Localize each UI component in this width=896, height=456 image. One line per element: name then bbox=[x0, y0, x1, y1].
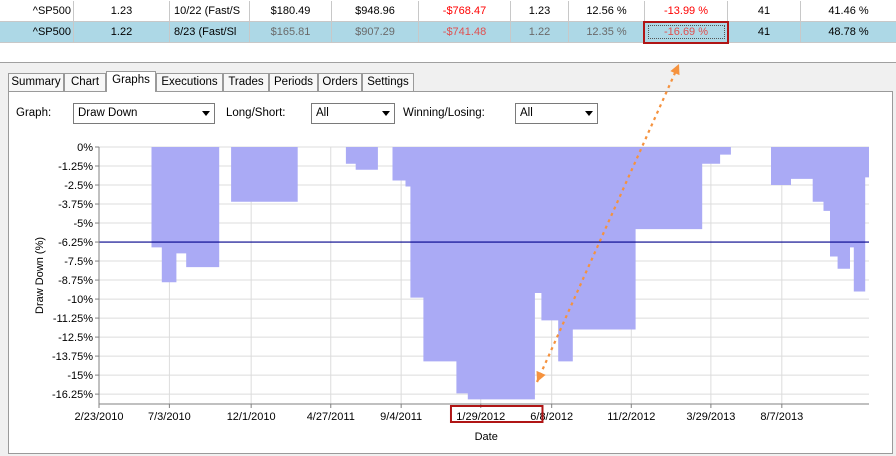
cell-value: 1.23 bbox=[511, 1, 569, 21]
cell-strategy: 10/22 (Fast/S bbox=[170, 1, 250, 21]
cell-value: $165.81 bbox=[250, 22, 332, 42]
cell-value: 41 bbox=[728, 1, 801, 21]
cell-strategy: 8/23 (Fast/Sl bbox=[170, 22, 250, 42]
tab-orders[interactable]: Orders bbox=[318, 73, 362, 91]
cell-value: 41.46 % bbox=[828, 5, 869, 17]
cell-value: 48.78 % bbox=[828, 26, 869, 38]
y-tick-label: -7.5% bbox=[64, 256, 93, 268]
y-tick-label: 0% bbox=[77, 142, 93, 154]
y-tick-label: -16.25% bbox=[52, 389, 93, 401]
cell-value: -$768.47 bbox=[419, 1, 511, 21]
y-tick-label: -10% bbox=[67, 294, 93, 306]
graph-select-value: Draw Down bbox=[78, 107, 138, 119]
x-tick-label: 4/27/2011 bbox=[307, 411, 355, 423]
y-tick-label: -11.25% bbox=[53, 313, 93, 325]
cell-value: 1.22 bbox=[511, 22, 569, 42]
tab-periods[interactable]: Periods bbox=[269, 73, 318, 91]
x-tick-label: 8/7/2013 bbox=[760, 411, 803, 423]
y-tick-label: -15% bbox=[67, 370, 93, 382]
cell-value: $180.49 bbox=[250, 1, 332, 21]
y-tick-label: -13.75% bbox=[52, 351, 93, 363]
cell-value: 12.56 % bbox=[569, 1, 645, 21]
chevron-down-icon bbox=[382, 111, 390, 116]
x-tick-label: 7/3/2010 bbox=[148, 411, 191, 423]
tab-executions[interactable]: Executions bbox=[156, 73, 223, 91]
table-row[interactable]: ^SP500 1.23 10/22 (Fast/S $180.49 $948.9… bbox=[0, 1, 896, 22]
highlight-box-cell bbox=[643, 21, 729, 44]
tab-trades[interactable]: Trades bbox=[223, 73, 269, 91]
cell-symbol: ^SP500 bbox=[0, 22, 74, 42]
cell-drawdown: -13.99 % bbox=[645, 1, 728, 21]
tab-chart[interactable]: Chart bbox=[64, 73, 106, 91]
tab-graphs[interactable]: Graphs bbox=[106, 71, 156, 92]
tab-settings[interactable]: Settings bbox=[362, 73, 414, 91]
long-short-select[interactable]: All bbox=[311, 103, 395, 124]
graph-label: Graph: bbox=[16, 107, 52, 119]
x-tick-label: 3/29/2013 bbox=[686, 411, 735, 423]
long-short-select-value: All bbox=[316, 107, 329, 119]
cell-symbol: ^SP500 bbox=[0, 1, 74, 21]
y-tick-label: -12.5% bbox=[58, 332, 93, 344]
y-axis-label: Draw Down (%) bbox=[34, 237, 46, 314]
winning-losing-select[interactable]: All bbox=[515, 103, 598, 124]
results-table: ^SP500 1.23 10/22 (Fast/S $180.49 $948.9… bbox=[0, 0, 896, 63]
table-row-selected[interactable]: ^SP500 1.22 8/23 (Fast/Sl $165.81 $907.2… bbox=[0, 22, 896, 43]
y-tick-label: -8.75% bbox=[58, 275, 93, 287]
long-short-label: Long/Short: bbox=[226, 107, 286, 119]
cell-value: 1.22 bbox=[74, 22, 170, 42]
cell-value: 12.35 % bbox=[569, 22, 645, 42]
x-tick-label: 2/23/2010 bbox=[75, 411, 124, 423]
winning-losing-label: Winning/Losing: bbox=[403, 107, 485, 119]
x-tick-label: 12/1/2010 bbox=[227, 411, 276, 423]
cell-value: 1.23 bbox=[74, 1, 170, 21]
winning-losing-select-value: All bbox=[520, 107, 533, 119]
chevron-down-icon bbox=[202, 111, 210, 116]
graph-select[interactable]: Draw Down bbox=[73, 103, 215, 124]
y-tick-label: -1.25% bbox=[58, 161, 93, 173]
chevron-down-icon bbox=[585, 111, 593, 116]
cell-value: $948.96 bbox=[332, 1, 419, 21]
y-tick-label: -2.5% bbox=[64, 180, 93, 192]
drawdown-chart: 0% -1.25% -2.5% -3.75% -5% -6.25% -7.5% -8.75% -… bbox=[9, 63, 889, 452]
y-tick-label: -6.25% bbox=[58, 237, 93, 249]
cell-value: 41 bbox=[728, 22, 801, 42]
cell-value: -$741.48 bbox=[419, 22, 511, 42]
y-tick-label: -3.75% bbox=[58, 199, 93, 211]
tab-summary[interactable]: Summary bbox=[8, 73, 64, 91]
x-axis-label: Date bbox=[475, 431, 498, 443]
x-tick-label: 11/2/2012 bbox=[607, 411, 655, 423]
x-tick-label: 9/4/2011 bbox=[380, 411, 422, 423]
cell-value: $907.29 bbox=[332, 22, 419, 42]
y-tick-label: -5% bbox=[73, 218, 93, 230]
